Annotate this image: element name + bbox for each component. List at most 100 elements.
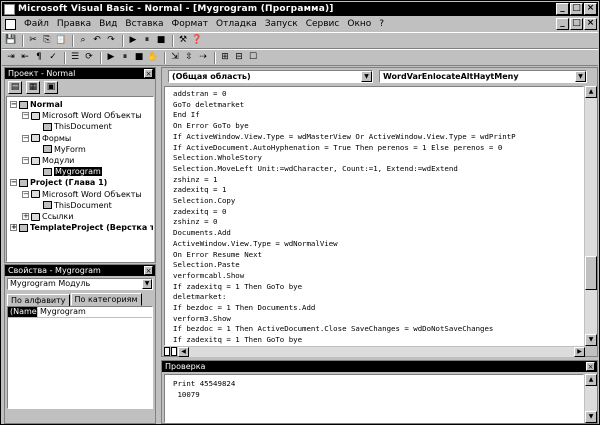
- code-line[interactable]: If zadexitq = 1 Then GoTo bye: [173, 335, 302, 344]
- document-icon[interactable]: [5, 18, 16, 30]
- collapse-icon[interactable]: −: [22, 190, 29, 198]
- tab-categorized[interactable]: По категориям: [70, 293, 142, 306]
- tree-node[interactable]: + TemplateProject (Верстка текст: [10, 223, 153, 232]
- code-line[interactable]: If zadexitq = 1 Then GoTo bye: [173, 282, 302, 291]
- code-line[interactable]: End If: [173, 110, 200, 119]
- mdi-restore-button[interactable]: □: [570, 18, 583, 30]
- toolbar-button-icon[interactable]: ▶: [127, 35, 139, 47]
- collapse-icon[interactable]: −: [22, 134, 29, 142]
- toolbar-button-icon[interactable]: ☐: [247, 52, 259, 64]
- code-horizontal-scrollbar[interactable]: ◀ ▶: [178, 347, 585, 357]
- tree-node[interactable]: + Ссылки: [22, 212, 73, 221]
- expand-icon[interactable]: +: [10, 224, 17, 232]
- view-code-button[interactable]: ▤: [8, 80, 22, 94]
- close-button[interactable]: ×: [584, 3, 597, 15]
- collapse-icon[interactable]: −: [10, 101, 17, 108]
- code-line[interactable]: zadexitq = 0: [173, 207, 226, 216]
- toolbar-button-icon[interactable]: ⌕: [77, 35, 89, 47]
- chevron-down-icon[interactable]: ▼: [142, 279, 152, 289]
- code-line[interactable]: If ActiveDocument.AutoHyphenation = True…: [173, 143, 502, 152]
- scroll-right-icon[interactable]: ▶: [574, 347, 585, 357]
- code-line[interactable]: Selection.WholeStory: [173, 153, 262, 162]
- immediate-close-button[interactable]: ×: [586, 362, 595, 371]
- code-line[interactable]: deletmarket:: [173, 292, 226, 301]
- immediate-line[interactable]: 10079: [173, 390, 199, 399]
- menu-item[interactable]: Запуск: [261, 19, 302, 29]
- scroll-up-icon[interactable]: ▲: [585, 86, 597, 98]
- code-line[interactable]: On Error GoTo bye: [173, 121, 249, 130]
- toolbar-button-icon[interactable]: 📋: [55, 35, 67, 47]
- code-line[interactable]: Selection.Paste: [173, 260, 240, 269]
- immediate-scrollbar[interactable]: ▲ ▼: [585, 374, 597, 423]
- scroll-thumb[interactable]: [585, 256, 597, 290]
- toolbar-button-icon[interactable]: ⚒: [177, 35, 189, 47]
- code-line[interactable]: verform3.Show: [173, 314, 231, 323]
- menu-item[interactable]: Вид: [95, 19, 121, 29]
- mdi-minimize-button[interactable]: _: [556, 18, 569, 30]
- tree-node[interactable]: − Project (Глава 1): [10, 178, 107, 187]
- code-line[interactable]: If ActiveWindow.View.Type = wdMasterView…: [173, 132, 516, 141]
- toolbar-button-icon[interactable]: ✓: [47, 52, 59, 64]
- code-line[interactable]: zshinz = 0: [173, 217, 218, 226]
- code-line[interactable]: addstran = 0: [173, 89, 226, 98]
- toolbar-button-icon[interactable]: ↷: [105, 35, 117, 47]
- menu-item[interactable]: Правка: [53, 19, 95, 29]
- vb-app-icon[interactable]: [4, 3, 15, 15]
- chevron-down-icon[interactable]: ▼: [361, 71, 372, 82]
- code-line[interactable]: zshinz = 1: [173, 175, 218, 184]
- tree-node[interactable]: − Модули: [22, 156, 74, 165]
- collapse-icon[interactable]: −: [22, 157, 29, 164]
- minimize-button[interactable]: _: [556, 3, 569, 15]
- menu-item[interactable]: Вставка: [121, 19, 167, 29]
- immediate-editor[interactable]: Print 45549824 10079: [164, 374, 584, 423]
- title-bar[interactable]: Microsoft Visual Basic - Normal - [Mygro…: [2, 2, 598, 16]
- code-line[interactable]: GoTo deletmarket: [173, 100, 244, 109]
- toolbar-button-icon[interactable]: ⟳: [83, 52, 95, 64]
- collapse-icon[interactable]: −: [10, 179, 17, 187]
- code-line[interactable]: If bezdoc = 1 Then ActiveDocument.Close …: [173, 324, 493, 333]
- code-line[interactable]: Documents.Add: [173, 228, 231, 237]
- maximize-button[interactable]: □: [570, 3, 583, 15]
- expand-icon[interactable]: +: [22, 213, 29, 220]
- menu-item[interactable]: Формат: [168, 19, 213, 29]
- menu-item[interactable]: Сервис: [302, 19, 344, 29]
- procedure-select[interactable]: WordVarEnlocateAltHaytMeny ▼: [379, 70, 587, 83]
- object-select[interactable]: (Общая область) ▼: [168, 70, 373, 83]
- toolbar-button-icon[interactable]: ■: [155, 35, 167, 47]
- toggle-folders-button[interactable]: ▣: [44, 80, 58, 94]
- project-explorer-close-button[interactable]: ×: [144, 69, 153, 78]
- tree-node[interactable]: MyForm: [34, 145, 86, 154]
- property-value[interactable]: Mygrogram: [38, 307, 86, 317]
- toolbar-button-icon[interactable]: ⎘: [41, 35, 53, 47]
- tree-node[interactable]: Mygrogram: [34, 167, 102, 177]
- property-row-name[interactable]: (Name) Mygrogram: [8, 307, 152, 318]
- toolbar-button-icon[interactable]: ⊞: [219, 52, 231, 64]
- project-tree[interactable]: − Normal − Microsoft Word Объекты ThisDocume…: [6, 96, 154, 262]
- code-line[interactable]: ActiveWindow.View.Type = wdNormalView: [173, 239, 338, 248]
- toolbar-button-icon[interactable]: ❓: [191, 35, 203, 47]
- toolbar-button-icon[interactable]: ■: [133, 52, 145, 64]
- tree-node[interactable]: ThisDocument: [34, 122, 112, 131]
- code-editor[interactable]: addstran = 0 GoTo deletmarket End If On Err…: [164, 86, 584, 346]
- scroll-down-icon[interactable]: ▼: [585, 334, 597, 346]
- toolbar-button-icon[interactable]: ⏸: [141, 35, 153, 47]
- full-module-view-icon[interactable]: [171, 347, 177, 356]
- tree-node[interactable]: − Microsoft Word Объекты: [22, 111, 142, 120]
- code-line[interactable]: zadexitq = 1: [173, 185, 226, 194]
- toolbar-button-icon[interactable]: ✋: [147, 52, 159, 64]
- toolbar-button-icon[interactable]: ✂: [27, 35, 39, 47]
- immediate-line[interactable]: Print 45549824: [173, 379, 235, 388]
- toolbar-button-icon[interactable]: ⇤: [19, 52, 31, 64]
- toolbar-button-icon[interactable]: ▶: [105, 52, 117, 64]
- toolbar-button-icon[interactable]: ↶: [91, 35, 103, 47]
- scroll-up-icon[interactable]: ▲: [585, 374, 597, 386]
- mdi-close-button[interactable]: ×: [584, 18, 597, 30]
- toolbar-button-icon[interactable]: 💾: [5, 35, 17, 47]
- menu-item[interactable]: Отладка: [212, 19, 261, 29]
- code-line[interactable]: Selection.MoveLeft Unit:=wdCharacter, Co…: [173, 164, 458, 173]
- toolbar-button-icon[interactable]: ⇥: [5, 52, 17, 64]
- toolbar-button-icon[interactable]: ¶: [33, 52, 45, 64]
- toolbar-button-icon[interactable]: ⇲: [169, 52, 181, 64]
- code-line[interactable]: verformcabl.Show: [173, 271, 244, 280]
- menu-item[interactable]: ?: [375, 19, 388, 29]
